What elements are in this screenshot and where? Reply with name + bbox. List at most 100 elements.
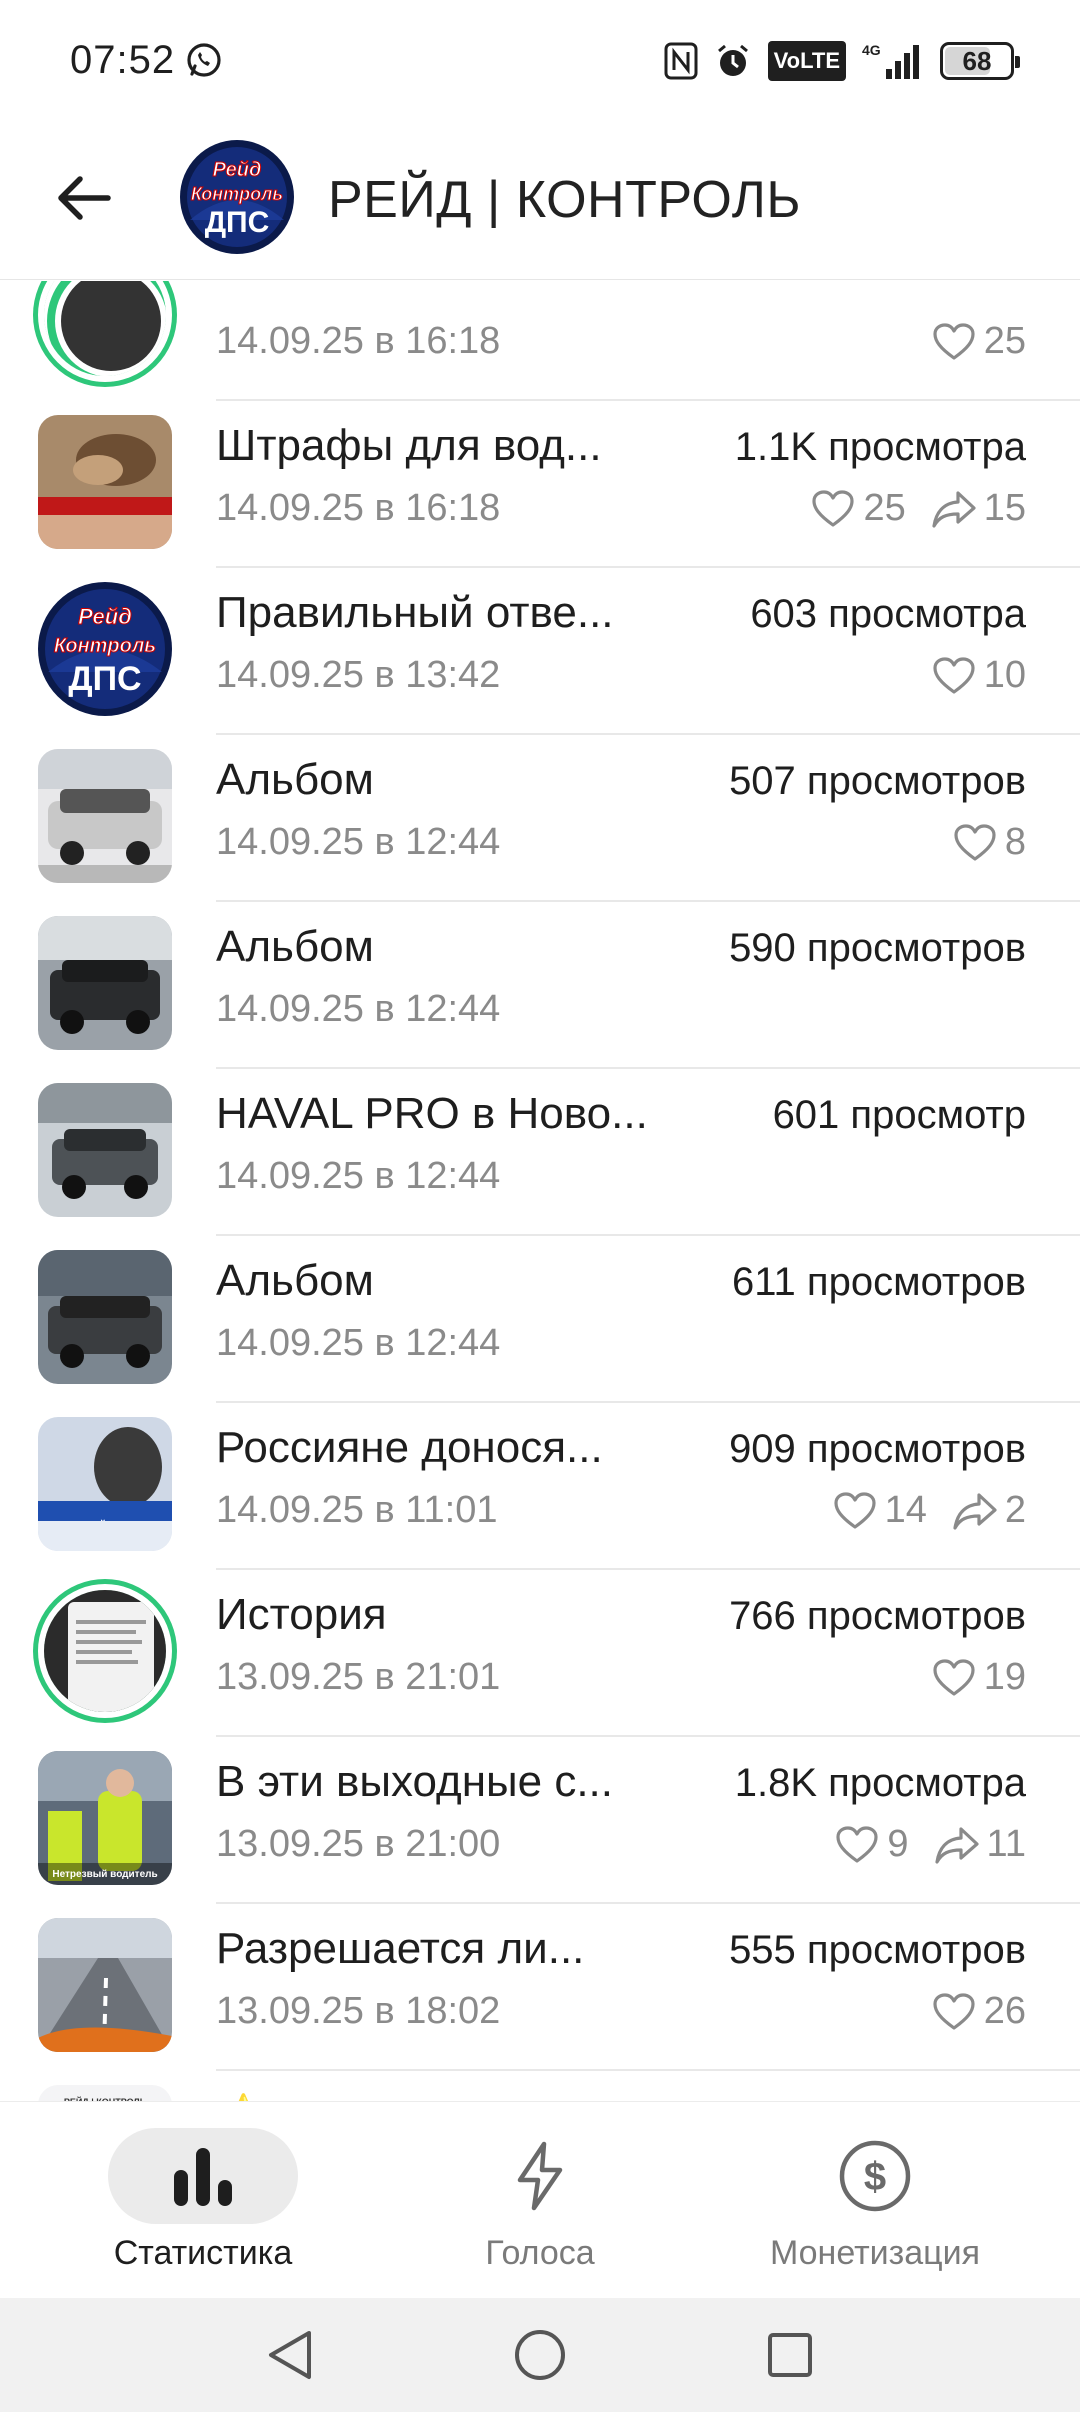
nav-pill: $: [780, 2128, 970, 2224]
thumbnail-image: РЕЙД | КОНТРОЛЬ: [38, 2085, 172, 2101]
nav-pill: [108, 2128, 298, 2224]
post-reactions: 8: [953, 821, 1026, 864]
system-recents-button[interactable]: [760, 2325, 820, 2385]
post-row[interactable]: Нетрезвый водитель В эти выходные с... 13.…: [0, 1735, 1080, 1902]
post-row[interactable]: Альбом 14.09.25 в 12:44 590 просмотров: [0, 900, 1080, 1067]
nav-tab-statistics[interactable]: Статистика: [53, 2128, 353, 2288]
post-thumbnail: РЕЙД | КОНТРОЛЬ: [38, 2085, 172, 2101]
heart-icon: [954, 823, 996, 861]
post-title: HAVAL PRO в Ново...: [216, 1089, 648, 1138]
lightning-icon: [517, 2141, 563, 2211]
heart-icon: [933, 322, 975, 360]
nav-label-monetization: Монетизация: [769, 2234, 981, 2272]
post-reactions: 10: [932, 654, 1026, 697]
post-reactions: 19: [932, 1656, 1026, 1699]
nav-tab-monetization[interactable]: $ Монетизация: [725, 2128, 1025, 2288]
thumbnail-image: Рейд Контроль ДПС: [38, 582, 172, 716]
post-row[interactable]: 14.09.25 в 16:18 25: [0, 281, 1080, 399]
post-row[interactable]: Разрешается ли... 13.09.25 в 18:02 555 про…: [0, 1902, 1080, 2069]
post-views: 590 просмотров: [729, 926, 1026, 970]
post-row[interactable]: Рейд Контроль ДПС Правильный отве... 14.09.2…: [0, 566, 1080, 733]
likes-count: 19: [932, 1656, 1026, 1699]
post-title: Альбом: [216, 755, 374, 804]
svg-text:Контроль: Контроль: [54, 635, 156, 657]
post-row[interactable]: HAVAL PRO в Ново... 14.09.25 в 12:44 601 п…: [0, 1067, 1080, 1234]
post-thumbnail: [44, 281, 166, 376]
likes-value: 8: [1004, 821, 1026, 863]
volte-icon: VoLTE: [767, 41, 846, 81]
battery-icon: 68: [940, 42, 1020, 80]
signal-icon: 4G: [862, 42, 919, 79]
post-thumbnail: ВОДИТЕЛЕЙ РАБОТАЮТ: [38, 1417, 172, 1551]
post-row[interactable]: Альбом 14.09.25 в 12:44 611 просмотров: [0, 1234, 1080, 1401]
post-thumbnail: [38, 916, 172, 1050]
post-row[interactable]: История 13.09.25 в 21:01 766 просмотров 19: [0, 1568, 1080, 1735]
post-views: 603 просмотра: [750, 592, 1026, 636]
post-views: 611 просмотров: [732, 1260, 1026, 1304]
channel-avatar[interactable]: Рейд Контроль ДПС: [180, 140, 294, 254]
system-home-button[interactable]: [510, 2325, 570, 2385]
heart-icon: [836, 1825, 879, 1863]
likes-value: 10: [983, 654, 1026, 696]
system-navigation-bar: [0, 2298, 1080, 2412]
thumbnail-image: ВОДИТЕЛЕЙ РАБОТАЮТ: [38, 1417, 172, 1551]
post-reactions: 26: [932, 1990, 1026, 2033]
nfc-icon: [664, 42, 698, 80]
row-divider: [216, 2069, 1080, 2071]
post-thumbnail: Нетрезвый водитель: [38, 1751, 172, 1885]
post-date: 14.09.25 в 16:18: [216, 320, 501, 362]
thumbnail-image: [44, 1590, 166, 1712]
thumbnail-image: [44, 281, 166, 376]
shares-count: 15: [932, 487, 1026, 530]
post-views: 507 просмотров: [729, 759, 1026, 803]
system-back-button[interactable]: [260, 2325, 320, 2385]
likes-value: 25: [983, 320, 1026, 362]
post-title: Правильный отве...: [216, 588, 614, 637]
post-title: Альбом: [216, 1256, 374, 1305]
post-title: Россияне донося...: [216, 1423, 603, 1472]
post-date: 14.09.25 в 16:18: [216, 487, 501, 529]
likes-count: 14: [833, 1489, 927, 1532]
circle-home-icon: [515, 2330, 565, 2380]
nav-tab-votes[interactable]: Голоса: [390, 2128, 690, 2288]
likes-value: 14: [884, 1489, 927, 1531]
shares-count: 2: [953, 1489, 1026, 1532]
nav-pill: [445, 2128, 635, 2224]
post-thumbnail: [44, 1590, 166, 1712]
post-thumbnail: Рейд Контроль ДПС: [38, 582, 172, 716]
heart-icon: [933, 1658, 975, 1696]
heart-icon: [933, 1992, 975, 2030]
post-views: 766 просмотров: [729, 1594, 1026, 1638]
thumbnail-image: [38, 1250, 172, 1384]
status-time: 07:52: [70, 38, 176, 82]
shares-value: 2: [1004, 1489, 1026, 1531]
thumbnail-image: ВОДИТЕЛЕЙ ПИТБАЙКОВ: [38, 415, 172, 549]
likes-count: 8: [953, 821, 1026, 864]
post-title: ⭐ Нам нужен ва...: [216, 2091, 603, 2101]
svg-text:4G: 4G: [862, 42, 881, 58]
likes-count: 9: [835, 1823, 909, 1866]
dollar-icon: $: [839, 2140, 911, 2212]
likes-count: 26: [932, 1990, 1026, 2033]
post-row[interactable]: Альбом 14.09.25 в 12:44 507 просмотров 8: [0, 733, 1080, 900]
post-date: 14.09.25 в 13:42: [216, 654, 501, 696]
post-stats-list[interactable]: 14.09.25 в 16:18 25 ВОДИТЕЛЕЙ ПИТБАЙКОВ Штр…: [0, 281, 1080, 2101]
post-title: В эти выходные с...: [216, 1757, 613, 1806]
svg-text:ДПС: ДПС: [68, 660, 141, 698]
post-row[interactable]: ВОДИТЕЛЕЙ РАБОТАЮТ Россияне донося... 14.0…: [0, 1401, 1080, 1568]
share-icon: [934, 1826, 979, 1864]
post-row[interactable]: ВОДИТЕЛЕЙ ПИТБАЙКОВ Штрафы для вод... 14.0…: [0, 399, 1080, 566]
row-divider: [216, 566, 1080, 568]
back-arrow-icon[interactable]: [52, 166, 116, 230]
heart-icon: [833, 1491, 876, 1529]
post-reactions: 25: [932, 320, 1026, 363]
post-date: 13.09.25 в 21:00: [216, 1823, 501, 1865]
avatar-text-3: ДПС: [205, 206, 270, 239]
post-reactions: 9 11: [835, 1823, 1026, 1866]
heart-icon: [933, 656, 975, 694]
likes-count: 10: [932, 654, 1026, 697]
bar-chart-icon: [174, 2148, 232, 2206]
heart-icon: [812, 489, 855, 527]
post-date: 14.09.25 в 11:01: [216, 1489, 498, 1531]
post-row[interactable]: РЕЙД | КОНТРОЛЬ⭐ Нам нужен ва...13.09.25…: [0, 2069, 1080, 2101]
